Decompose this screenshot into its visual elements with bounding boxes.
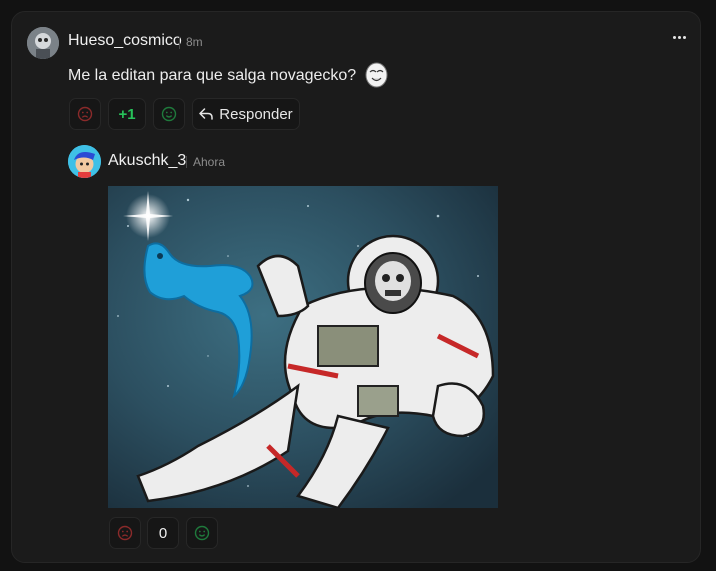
downvote-button[interactable] <box>109 517 141 549</box>
upvote-button[interactable] <box>153 98 185 130</box>
emote-image <box>365 62 388 88</box>
attached-image[interactable] <box>108 186 498 508</box>
avatar[interactable] <box>68 145 101 178</box>
comment-time: 8m <box>186 35 203 49</box>
frown-face-icon <box>117 525 133 541</box>
downvote-button[interactable] <box>69 98 101 130</box>
reply-label: Responder <box>219 105 293 123</box>
reply-author[interactable]: Akuschk_3 <box>108 152 186 170</box>
score-badge: +1 <box>108 98 146 130</box>
reply-time: Ahora <box>193 155 226 169</box>
avatar[interactable] <box>27 27 59 59</box>
more-options-button[interactable] <box>668 28 690 46</box>
reply-button[interactable]: Responder <box>192 98 300 130</box>
divider <box>186 156 187 168</box>
more-dots-icon <box>672 35 676 39</box>
upvote-button[interactable] <box>186 517 218 549</box>
comment-card: Hueso_cosmico 8m Me la editan para que s… <box>11 11 701 563</box>
comment-text: Me la editan para que salga novagecko? <box>68 67 357 84</box>
frown-face-icon <box>77 106 93 122</box>
smile-face-icon <box>161 106 177 122</box>
divider <box>179 37 180 49</box>
smile-face-icon <box>194 525 210 541</box>
reply-arrow-icon <box>199 108 214 120</box>
comment-author[interactable]: Hueso_cosmico <box>68 32 182 50</box>
score-badge: 0 <box>147 517 179 549</box>
